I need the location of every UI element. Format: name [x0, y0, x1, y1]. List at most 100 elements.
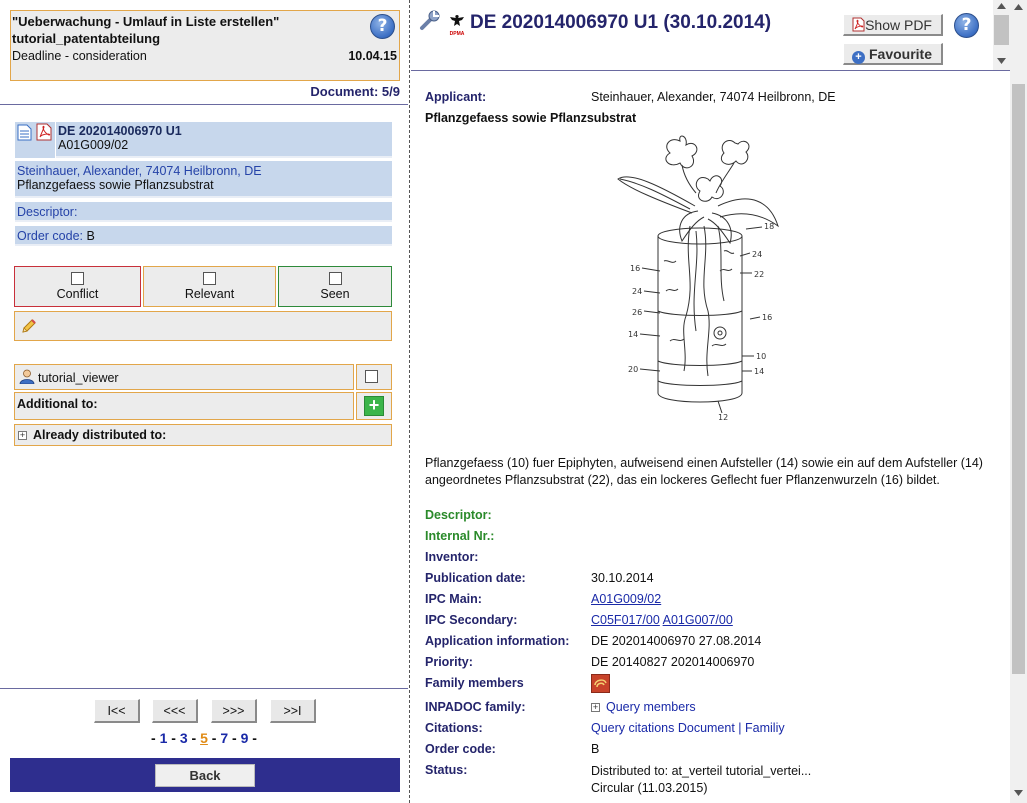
page-link[interactable]: 7 [220, 730, 228, 746]
wrench-icon[interactable] [419, 9, 441, 31]
expand-icon[interactable]: + [18, 431, 27, 441]
inpadoc-value: + Query members [591, 700, 696, 714]
status-distributed: Distributed to: at_verteil tutorial_vert… [591, 764, 812, 778]
drawing-label: 16 [630, 264, 640, 273]
publication-date-label: Publication date: [425, 571, 526, 585]
application-info-value: DE 202014006970 27.08.2014 [591, 634, 762, 648]
pager-separator: - [232, 730, 237, 746]
header-scrollbar[interactable] [993, 0, 1010, 70]
patent-abstract: Pflanzgefaess (10) fuer Epiphyten, aufwe… [425, 456, 983, 487]
add-recipient-cell: + [356, 392, 392, 420]
order-code-value: B [86, 229, 95, 243]
scroll-up-icon[interactable] [997, 3, 1006, 9]
pager-separator: - [171, 730, 176, 746]
pager-separator: - [211, 730, 217, 746]
document-summary-head[interactable]: DE 202014006970 U1 A01G009/02 [56, 122, 392, 158]
query-citations-family-link[interactable]: Familiy [745, 721, 785, 735]
conflict-button[interactable]: Conflict [14, 266, 141, 307]
relevant-label: Relevant [184, 287, 235, 301]
descriptor-label: Descriptor: [425, 508, 492, 522]
priority-value: DE 20140827 202014006970 [591, 655, 755, 669]
viewer-row: tutorial_viewer [14, 364, 354, 390]
divider-line [0, 104, 408, 105]
order-code-label: Order code: [17, 229, 84, 243]
citations-label: Citations: [425, 721, 483, 735]
conflict-checkbox[interactable] [71, 272, 84, 285]
ipc-secondary-link[interactable]: C05F017/00 [591, 613, 660, 627]
drawing-label: 26 [632, 308, 642, 317]
scroll-down-icon[interactable] [1014, 790, 1023, 796]
document-counter: Document: 5/9 [310, 84, 400, 99]
pager: - 1 - 3 - 5 - 7 - 9 - [0, 730, 408, 746]
scrollbar-thumb[interactable] [994, 15, 1009, 45]
pager-separator: - [151, 730, 156, 746]
back-button[interactable]: Back [155, 764, 255, 787]
task-header: "Ueberwachung - Umlauf in Liste erstelle… [10, 10, 400, 81]
left-panel: "Ueberwachung - Umlauf in Liste erstelle… [0, 0, 408, 803]
help-icon[interactable]: ? [370, 14, 395, 39]
application-info-label: Application information: [425, 634, 570, 648]
drawing-label: 14 [628, 330, 638, 339]
drawing-label: 10 [756, 352, 766, 361]
help-icon[interactable]: ? [954, 13, 979, 38]
drawing-label: 16 [762, 313, 772, 322]
page-current[interactable]: 5 [200, 730, 208, 746]
patent-drawing: 18 24 22 16 24 26 14 16 10 20 14 12 [617, 135, 779, 421]
page-link[interactable]: 1 [160, 730, 168, 746]
publication-date-value: 30.10.2014 [591, 571, 654, 585]
expand-icon[interactable]: + [591, 703, 600, 713]
applicant-value: Steinhauer, Alexander, 74074 Heilbronn, … [591, 90, 836, 104]
scroll-down-icon[interactable] [997, 58, 1006, 64]
document-number[interactable]: DE 202014006970 U1 [58, 124, 390, 138]
eagle-icon [450, 15, 464, 26]
favourite-label: Favourite [868, 46, 932, 62]
task-title: "Ueberwachung - Umlauf in Liste erstelle… [12, 14, 280, 46]
document-applicant-box: Steinhauer, Alexander, 74074 Heilbronn, … [15, 161, 392, 198]
viewer-checkbox[interactable] [365, 370, 378, 383]
first-document-button[interactable]: I<< [94, 699, 140, 723]
ipc-main-link[interactable]: A01G009/02 [591, 592, 661, 606]
relevant-checkbox[interactable] [203, 272, 216, 285]
last-document-button[interactable]: >>I [270, 699, 316, 723]
viewer-checkbox-cell [356, 364, 392, 390]
document-order-code: Order code: B [15, 226, 392, 246]
main-scrollbar[interactable] [1010, 0, 1027, 803]
ipc-main-value: A01G009/02 [591, 592, 661, 606]
pencil-icon[interactable] [21, 318, 37, 334]
family-members-icon[interactable] [591, 674, 610, 693]
scroll-up-icon[interactable] [1014, 4, 1023, 10]
scrollbar-thumb[interactable] [1012, 84, 1025, 674]
favourite-button[interactable]: + Favourite [843, 43, 943, 65]
page-link[interactable]: 9 [241, 730, 249, 746]
add-favourite-icon: + [851, 51, 865, 64]
pdf-icon[interactable] [36, 123, 52, 141]
note-box[interactable] [14, 311, 392, 341]
detail-title: DE 202014006970 U1 (30.10.2014) [470, 12, 772, 33]
additional-to-row: Additional to: [14, 392, 354, 420]
citations-separator: | [738, 721, 742, 735]
priority-label: Priority: [425, 655, 473, 669]
divider-line [411, 70, 1010, 71]
relevant-button[interactable]: Relevant [143, 266, 276, 307]
previous-document-button[interactable]: <<< [152, 699, 198, 723]
document-icon[interactable] [17, 124, 32, 141]
query-citations-document-link[interactable]: Query citations Document [591, 721, 735, 735]
page-link[interactable]: 3 [180, 730, 188, 746]
inventor-label: Inventor: [425, 550, 479, 564]
deadline-label: Deadline - consideration [12, 49, 147, 63]
drawing-label: 18 [764, 222, 774, 231]
show-pdf-button[interactable]: Show PDF [843, 14, 943, 36]
drawing-label: 12 [718, 413, 728, 421]
query-members-link[interactable]: Query members [606, 700, 696, 714]
seen-button[interactable]: Seen [278, 266, 392, 307]
family-icon [594, 679, 607, 688]
already-distributed-row[interactable]: + Already distributed to: [14, 424, 392, 446]
next-document-button[interactable]: >>> [211, 699, 257, 723]
ipc-secondary-link[interactable]: A01G007/00 [663, 613, 733, 627]
document-ipc: A01G009/02 [58, 138, 129, 152]
status-label: Status: [425, 763, 468, 777]
order-code-label: Order code: [425, 742, 496, 756]
seen-checkbox[interactable] [328, 272, 342, 285]
add-recipient-button[interactable]: + [364, 396, 384, 416]
drawing-label: 22 [754, 270, 764, 279]
